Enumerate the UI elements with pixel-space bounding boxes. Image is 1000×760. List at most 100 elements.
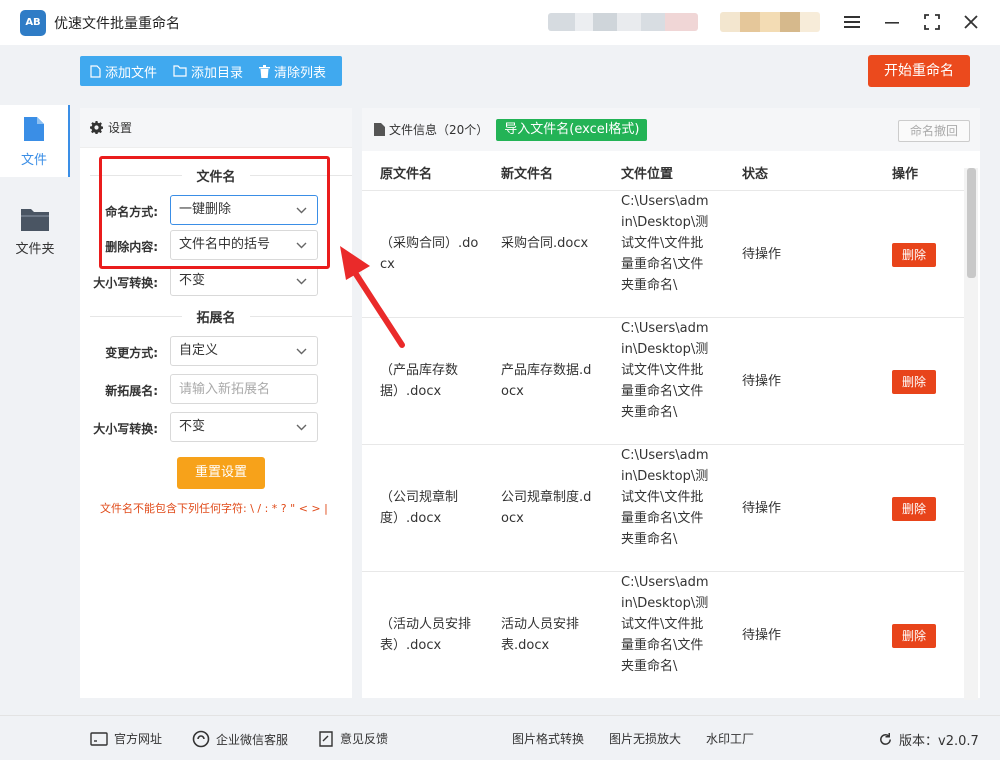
nav-item-folder[interactable]: 文件夹 <box>0 195 70 267</box>
delete-content-value: 文件名中的括号 <box>179 237 271 252</box>
column-header-location: 文件位置 <box>621 167 674 182</box>
delete-row-button[interactable]: 删除 <box>892 370 936 394</box>
invalid-chars-warning: 文件名不能包含下列任何字符: \ / : * ? " < > | <box>100 502 328 515</box>
wechat-support-link[interactable]: 企业微信客服 <box>192 730 288 748</box>
delete-content-label: 删除内容: <box>105 240 158 254</box>
new-name-cell: 活动人员安排表.docx <box>501 617 580 653</box>
filename-section-label: 文件名 <box>182 170 250 185</box>
naming-mode-select[interactable]: 一键删除 <box>170 195 318 225</box>
delete-content-select[interactable]: 文件名中的括号 <box>170 230 318 260</box>
naming-mode-value: 一键删除 <box>179 202 232 217</box>
feedback-label: 意见反馈 <box>340 732 389 746</box>
case-convert-select[interactable]: 不变 <box>170 266 318 296</box>
settings-header: 设置 <box>80 108 352 148</box>
menu-icon[interactable] <box>838 8 866 36</box>
new-name-cell: 公司规章制度.docx <box>501 490 592 526</box>
status-cell: 待操作 <box>742 628 782 643</box>
undo-rename-button[interactable]: 命名撤回 <box>898 120 970 142</box>
chat-icon <box>192 730 210 748</box>
status-cell: 待操作 <box>742 374 782 389</box>
table-row[interactable]: （采购合同）.docx 采购合同.docx C:\Users\admin\Des… <box>362 191 964 318</box>
vertical-scrollbar[interactable] <box>964 168 978 700</box>
minimize-icon[interactable] <box>878 8 906 36</box>
nav-item-file[interactable]: 文件 <box>0 105 70 177</box>
nav-item-folder-label: 文件夹 <box>15 241 55 257</box>
version-info: 版本：v2.0.7 <box>878 730 979 749</box>
official-website-label: 官方网址 <box>114 732 163 746</box>
change-mode-label: 变更方式: <box>105 346 158 360</box>
settings-panel: 设置 文件名 命名方式: 一键删除 删除内容: 文件名中的括号 大小写转换: 不… <box>80 108 352 698</box>
start-rename-button[interactable]: 开始重命名 <box>868 55 970 87</box>
delete-row-button[interactable]: 删除 <box>892 624 936 648</box>
official-website-link[interactable]: 官方网址 <box>90 730 162 747</box>
table-row[interactable]: （产品库存数据）.docx 产品库存数据.docx C:\Users\admin… <box>362 318 964 445</box>
file-count-label: 文件信息（20个） <box>389 123 489 137</box>
maximize-icon[interactable] <box>918 8 946 36</box>
original-name-cell: （采购合同）.docx <box>380 236 479 272</box>
import-excel-button[interactable]: 导入文件名(excel格式) <box>496 118 648 141</box>
blurred-avatar <box>720 12 820 32</box>
add-directory-label: 添加目录 <box>191 65 244 81</box>
blurred-user-info <box>548 13 698 31</box>
file-table-body: （采购合同）.docx 采购合同.docx C:\Users\admin\Des… <box>362 191 964 698</box>
original-name-cell: （活动人员安排表）.docx <box>380 617 472 653</box>
add-file-button[interactable]: 添加文件 <box>90 62 157 81</box>
new-name-cell: 采购合同.docx <box>501 236 589 251</box>
column-header-status: 状态 <box>742 167 769 182</box>
file-icon <box>24 116 44 141</box>
file-info: 文件信息（20个） <box>374 121 488 138</box>
extension-case-select[interactable]: 不变 <box>170 412 318 442</box>
table-row[interactable]: （活动人员安排表）.docx 活动人员安排表.docx C:\Users\adm… <box>362 572 964 698</box>
scrollbar-thumb[interactable] <box>967 168 976 278</box>
clear-list-label: 清除列表 <box>274 65 327 81</box>
website-icon <box>90 731 108 746</box>
reset-settings-button[interactable]: 重置设置 <box>177 457 265 489</box>
chevron-down-icon <box>296 207 307 214</box>
footer: 官方网址 企业微信客服 意见反馈 图片格式转换 图片无损放大 水印工厂 版本：v… <box>0 715 1000 760</box>
location-cell: C:\Users\admin\Desktop\测试文件\文件批量重命名\文件夹重… <box>621 194 709 293</box>
delete-row-button[interactable]: 删除 <box>892 243 936 267</box>
naming-mode-label: 命名方式: <box>105 205 158 219</box>
original-name-cell: （产品库存数据）.docx <box>380 363 459 399</box>
chevron-down-icon <box>296 242 307 249</box>
title-bar: AB 优速文件批量重命名 <box>0 0 1000 45</box>
location-cell: C:\Users\admin\Desktop\测试文件\文件批量重命名\文件夹重… <box>621 321 709 420</box>
location-cell: C:\Users\admin\Desktop\测试文件\文件批量重命名\文件夹重… <box>621 448 709 547</box>
original-name-cell: （公司规章制度）.docx <box>380 490 459 526</box>
feedback-link[interactable]: 意见反馈 <box>318 730 388 747</box>
feedback-icon <box>319 730 333 747</box>
extension-section-label: 拓展名 <box>182 311 250 326</box>
settings-title: 设置 <box>108 121 133 135</box>
file-panel-header: 文件信息（20个） 导入文件名(excel格式) 命名撤回 <box>362 108 980 151</box>
filename-section-title: 文件名 <box>80 166 352 185</box>
delete-row-button[interactable]: 删除 <box>892 497 936 521</box>
folder-icon <box>21 208 49 231</box>
add-directory-button[interactable]: 添加目录 <box>173 62 243 81</box>
case-convert-value: 不变 <box>179 273 206 288</box>
new-name-cell: 产品库存数据.docx <box>501 363 592 399</box>
new-extension-label: 新拓展名: <box>105 384 158 398</box>
column-header-action: 操作 <box>892 167 919 182</box>
chevron-down-icon <box>296 424 307 431</box>
table-header: 原文件名 新文件名 文件位置 状态 操作 <box>362 151 964 191</box>
watermark-factory-link[interactable]: 水印工厂 <box>706 730 754 747</box>
folder-add-icon <box>173 65 187 77</box>
extension-case-value: 不变 <box>179 419 206 434</box>
change-mode-select[interactable]: 自定义 <box>170 336 318 366</box>
gear-icon <box>90 121 103 134</box>
refresh-icon <box>880 732 891 745</box>
chevron-down-icon <box>296 348 307 355</box>
new-extension-input[interactable] <box>170 374 318 404</box>
version-label: 版本：v2.0.7 <box>899 734 979 749</box>
nav-item-file-label: 文件 <box>20 152 47 168</box>
status-cell: 待操作 <box>742 247 782 262</box>
clear-list-button[interactable]: 清除列表 <box>259 62 326 81</box>
close-icon[interactable] <box>957 8 985 36</box>
image-format-convert-link[interactable]: 图片格式转换 <box>512 730 584 747</box>
extension-case-label: 大小写转换: <box>93 422 158 436</box>
change-mode-value: 自定义 <box>179 343 219 358</box>
extension-section-title: 拓展名 <box>80 307 352 326</box>
table-row[interactable]: （公司规章制度）.docx 公司规章制度.docx C:\Users\admin… <box>362 445 964 572</box>
case-convert-label: 大小写转换: <box>93 276 158 290</box>
image-enlarge-link[interactable]: 图片无损放大 <box>609 730 681 747</box>
